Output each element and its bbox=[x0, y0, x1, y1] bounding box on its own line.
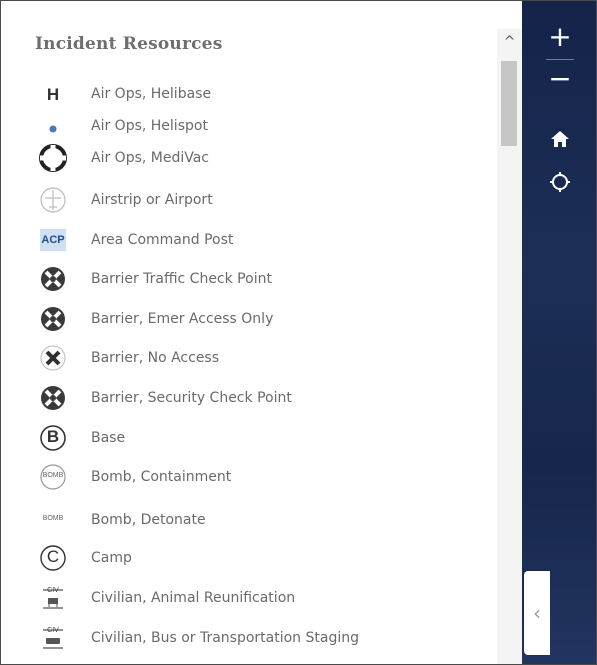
legend-label: Air Ops, MediVac bbox=[91, 150, 210, 166]
chevron-left-icon: ‹ bbox=[533, 601, 541, 625]
legend-item: CIV Civilian, Bus or Transportation Stag… bbox=[39, 624, 499, 654]
legend-item: Barrier Traffic Check Point bbox=[39, 265, 499, 295]
helispot-icon bbox=[39, 112, 67, 140]
legend-label: Base bbox=[91, 430, 126, 446]
legend-label: Civilian, Bus or Transportation Staging bbox=[91, 630, 359, 646]
scrollbar[interactable]: ^ bbox=[497, 29, 522, 664]
bomb-detonate-icon: BOMB bbox=[42, 515, 64, 522]
bomb-containment-icon: BOMB bbox=[39, 463, 67, 491]
zoom-out-button[interactable]: − bbox=[544, 63, 576, 95]
legend-item: C Camp bbox=[39, 544, 499, 574]
civilian-animal-icon: CIV bbox=[39, 584, 67, 612]
medivac-icon bbox=[39, 144, 67, 172]
airport-icon bbox=[39, 186, 67, 214]
legend-label: Barrier Traffic Check Point bbox=[91, 271, 272, 287]
legend-label: Barrier, Emer Access Only bbox=[91, 311, 274, 327]
map-view[interactable]: + − bbox=[522, 1, 596, 664]
collapse-panel-button[interactable]: ‹ bbox=[524, 571, 550, 655]
app-frame: Incident Resources H Air Ops, Helibase A… bbox=[0, 0, 597, 665]
barrier-traffic-check-icon bbox=[39, 265, 67, 293]
base-icon: B bbox=[39, 424, 67, 452]
legend-item: BOMB Bomb, Detonate bbox=[39, 506, 499, 536]
helibase-icon: H bbox=[39, 80, 67, 108]
legend-label: Bomb, Detonate bbox=[91, 512, 206, 528]
legend-item: Barrier, Emer Access Only bbox=[39, 305, 499, 335]
barrier-no-access-icon bbox=[39, 344, 67, 372]
barrier-emer-access-icon bbox=[39, 305, 67, 333]
legend-item: Air Ops, MediVac bbox=[39, 144, 499, 174]
home-icon[interactable] bbox=[544, 123, 576, 155]
legend-label: Camp bbox=[91, 550, 132, 566]
locate-icon[interactable] bbox=[544, 166, 576, 198]
legend-label: Area Command Post bbox=[91, 232, 234, 248]
legend-item: ACP Area Command Post bbox=[39, 226, 499, 256]
zoom-in-button[interactable]: + bbox=[544, 21, 576, 53]
legend-item: Barrier, No Access bbox=[39, 344, 499, 374]
legend-item: H Air Ops, Helibase bbox=[39, 80, 499, 110]
barrier-security-check-icon bbox=[39, 384, 67, 412]
area-command-post-icon: ACP bbox=[39, 226, 67, 254]
legend-label: Barrier, No Access bbox=[91, 350, 220, 366]
divider bbox=[546, 59, 574, 60]
legend-item: Airstrip or Airport bbox=[39, 186, 499, 216]
svg-text:H: H bbox=[47, 85, 59, 104]
legend-label: Airstrip or Airport bbox=[91, 192, 213, 208]
legend-label: Air Ops, Helispot bbox=[91, 118, 208, 134]
civilian-bus-icon: CIV bbox=[39, 624, 67, 652]
map-background bbox=[522, 1, 596, 664]
legend-item: B Base bbox=[39, 424, 499, 454]
legend-item: Air Ops, Helispot bbox=[39, 112, 499, 142]
legend-item: BOMB Bomb, Containment bbox=[39, 463, 499, 493]
legend-label: Barrier, Security Check Point bbox=[91, 390, 292, 406]
legend-label: Bomb, Containment bbox=[91, 469, 232, 485]
legend-label: Air Ops, Helibase bbox=[91, 86, 212, 102]
scroll-up-icon[interactable]: ^ bbox=[497, 29, 522, 55]
legend-panel: Incident Resources H Air Ops, Helibase A… bbox=[1, 1, 522, 664]
camp-icon: C bbox=[39, 544, 67, 572]
legend-item: Barrier, Security Check Point bbox=[39, 384, 499, 414]
legend-item: CIV Civilian, Animal Reunification bbox=[39, 584, 499, 614]
scroll-thumb[interactable] bbox=[501, 61, 517, 146]
panel-title: Incident Resources bbox=[35, 34, 223, 54]
legend-label: Civilian, Animal Reunification bbox=[91, 590, 296, 606]
